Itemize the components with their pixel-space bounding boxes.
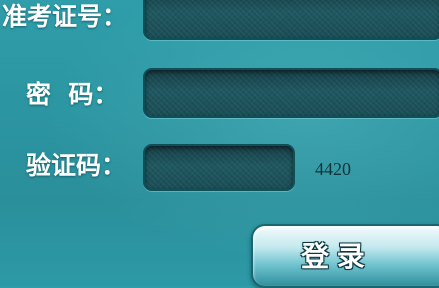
captcha-label: 验证码：	[26, 151, 127, 180]
password-label: 密 码：	[26, 80, 119, 109]
captcha-code[interactable]: 4420	[315, 158, 351, 180]
login-button-label: 登 录	[301, 241, 365, 272]
exam-id-label: 准考证号：	[2, 2, 128, 31]
exam-id-input[interactable]	[143, 0, 439, 40]
captcha-input[interactable]	[143, 144, 295, 191]
login-button[interactable]: 登 录	[251, 224, 439, 288]
password-input[interactable]	[143, 68, 439, 118]
